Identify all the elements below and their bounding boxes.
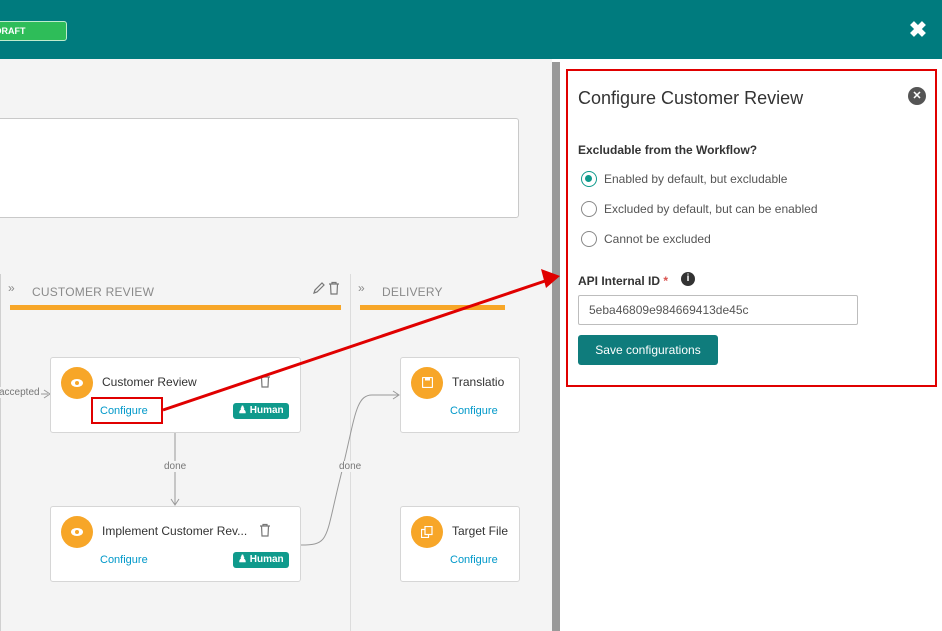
canvas-scrollbar[interactable] (552, 62, 560, 631)
eye-icon (61, 516, 93, 548)
eye-icon (61, 367, 93, 399)
close-icon[interactable]: ✖ (906, 18, 930, 42)
human-badge: ♟ Human (233, 403, 289, 419)
task-card-translation[interactable]: Translatio Configure (400, 357, 520, 433)
configure-link[interactable]: Configure (450, 554, 498, 566)
task-card-customer-review[interactable]: Customer Review Configure ♟ Human (50, 357, 301, 433)
save-icon (411, 367, 443, 399)
annotation-highlight-panel (566, 69, 937, 387)
trash-icon[interactable] (259, 523, 271, 540)
top-bar: DRAFT ✖ (0, 0, 942, 59)
task-card-target-file[interactable]: Target File Configure (400, 506, 520, 582)
trash-icon[interactable] (259, 374, 271, 391)
human-badge-label: Human (249, 554, 284, 565)
edge-label-done: done (163, 461, 188, 472)
configure-link[interactable]: Configure (450, 405, 498, 417)
task-title: Translatio (452, 375, 505, 389)
human-badge-label: Human (249, 405, 284, 416)
human-badge: ♟ Human (233, 552, 289, 568)
edge-label-accepted: accepted (0, 387, 41, 398)
task-card-implement-customer-review[interactable]: Implement Customer Rev... Configure ♟ Hu… (50, 506, 301, 582)
user-icon: ♟ (238, 554, 250, 565)
task-title: Target File (452, 524, 509, 538)
user-icon: ♟ (238, 405, 250, 416)
workflow-canvas: » CUSTOMER REVIEW » DELIVERY accepted do… (0, 59, 552, 631)
configure-link[interactable]: Configure (100, 554, 148, 566)
edge-label-done: done (338, 461, 363, 472)
draft-status-badge: DRAFT (0, 21, 67, 41)
task-title: Customer Review (102, 375, 197, 389)
annotation-highlight-configure (91, 397, 163, 424)
copy-icon (411, 516, 443, 548)
task-title: Implement Customer Rev... (102, 524, 248, 538)
